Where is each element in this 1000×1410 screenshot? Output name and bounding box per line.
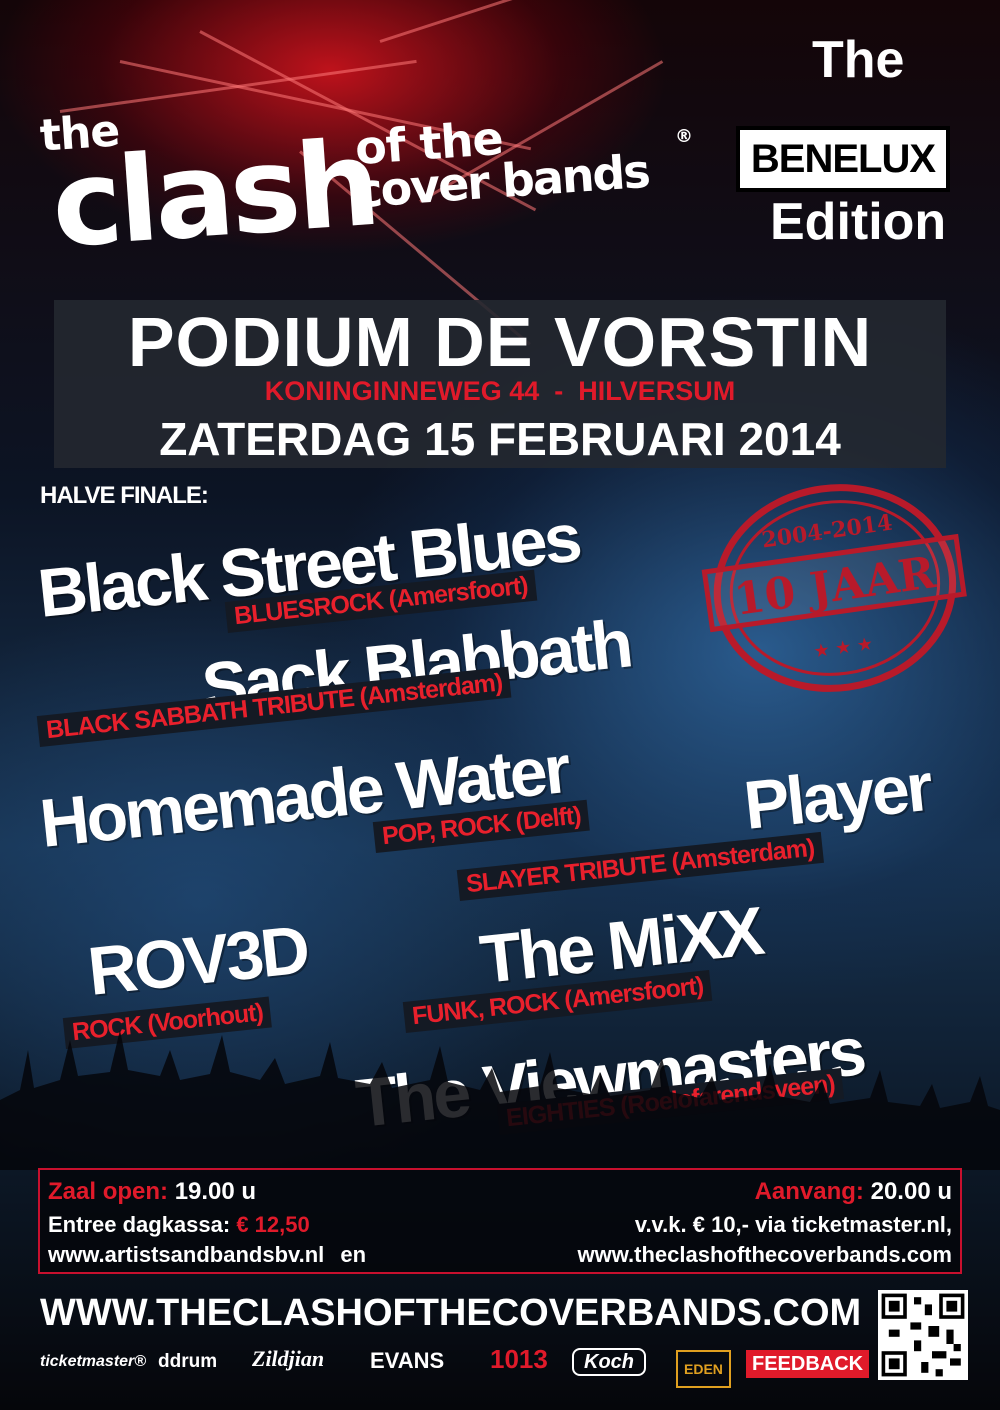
link-clash-site[interactable]: www.theclashofthecoverbands.com bbox=[578, 1242, 953, 1268]
sponsor-eden: EDEN bbox=[676, 1350, 731, 1388]
main-website[interactable]: WWW.THECLASHOFTHECOVERBANDS.COM bbox=[40, 1292, 880, 1335]
sponsor-evans: EVANS bbox=[370, 1348, 445, 1373]
and-word: en bbox=[340, 1242, 367, 1267]
start-line: Aanvang: 20.00 u bbox=[755, 1178, 952, 1206]
event-date: ZATERDAG 15 FEBRUARI 2014 bbox=[159, 413, 841, 465]
links-line: www.artistsandbandsbv.nl en bbox=[48, 1242, 366, 1268]
entry-label: Entree dagkassa: bbox=[48, 1212, 231, 1237]
sponsor-ddrum: ddrum bbox=[158, 1351, 218, 1372]
link-artists-and-bands[interactable]: www.artistsandbandsbv.nl bbox=[48, 1242, 324, 1267]
presale-text: v.v.k. € 10,- via ticketmaster.nl, bbox=[634, 1212, 952, 1237]
doors-line: Zaal open: 19.00 u bbox=[48, 1178, 256, 1206]
band-name: Player bbox=[740, 748, 934, 844]
entry-price: € 12,50 bbox=[236, 1212, 310, 1237]
venue-address: KONINGINNEWEG 44 - HILVERSUM bbox=[264, 376, 736, 406]
sponsor-zildjian: Zildjian bbox=[252, 1346, 325, 1371]
crowd-silhouette bbox=[0, 1030, 1000, 1170]
sponsor-ticketmaster: ticketmaster® bbox=[40, 1353, 147, 1370]
edition-the: The bbox=[812, 31, 905, 89]
start-time: 20.00 u bbox=[870, 1178, 952, 1205]
sponsor-1013: 1013 bbox=[490, 1344, 548, 1374]
section-label: HALVE FINALE: bbox=[40, 482, 209, 509]
poster: the clash of the cover bands ® The BENEL… bbox=[0, 0, 1000, 1410]
edition-benelux-badge: BENELUX bbox=[736, 126, 950, 192]
qr-code[interactable] bbox=[878, 1290, 968, 1380]
venue-name: PODIUM DE VORSTIN bbox=[127, 303, 873, 381]
entry-line: Entree dagkassa: € 12,50 bbox=[48, 1212, 310, 1238]
edition-label: Edition bbox=[770, 193, 947, 251]
stamp-stars: ★ ★ ★ bbox=[812, 633, 874, 662]
anniversary-stamp: 2004-2014 10 JAAR ★ ★ ★ bbox=[701, 484, 967, 692]
doors-time: 19.00 u bbox=[174, 1178, 257, 1205]
doors-label: Zaal open: bbox=[48, 1178, 169, 1205]
start-label: Aanvang: bbox=[754, 1178, 864, 1205]
event-info-box: Zaal open: 19.00 u Aanvang: 20.00 u Entr… bbox=[38, 1168, 962, 1274]
band-genre: SLAYER TRIBUTE (Amsterdam) bbox=[456, 831, 824, 901]
sponsor-feedback: FEEDBACK bbox=[746, 1350, 870, 1378]
registered-mark: ® bbox=[675, 126, 693, 147]
sponsor-koch: Koch bbox=[572, 1348, 646, 1376]
logo-word-clash: clash bbox=[47, 113, 381, 275]
